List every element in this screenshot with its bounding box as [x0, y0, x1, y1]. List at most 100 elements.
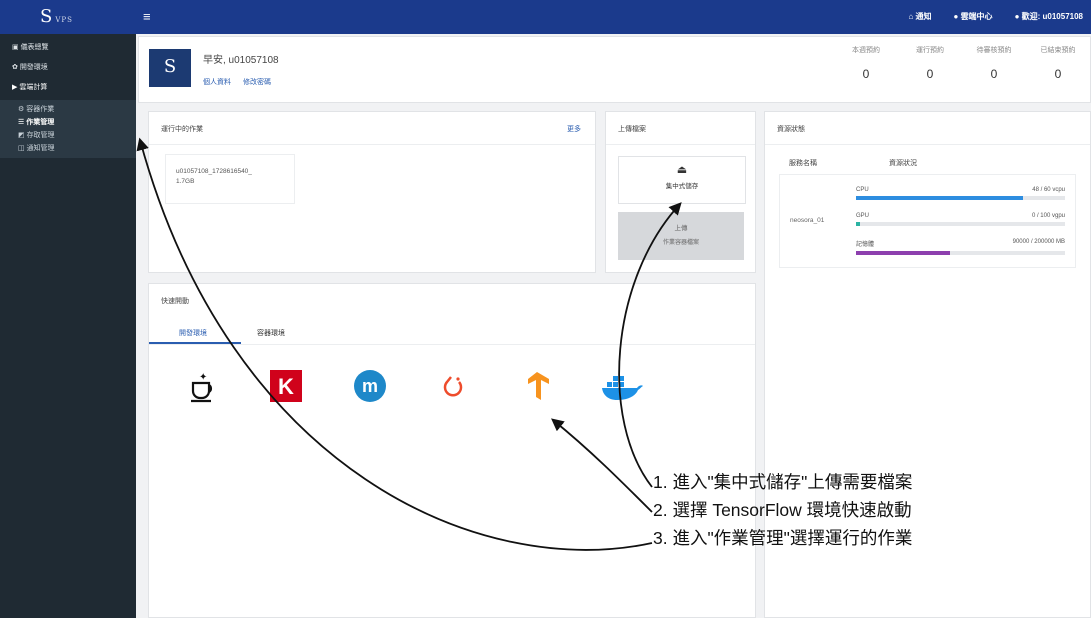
sidebar-subitem-notifications[interactable]: ◫ 通知管理 [0, 142, 136, 155]
svg-text:m: m [362, 376, 378, 396]
meter-value: 48 / 60 vcpu [1032, 187, 1065, 193]
job-item[interactable]: u01057108_1728616540_ 1.7GB [165, 154, 295, 204]
env-docker[interactable] [581, 358, 663, 414]
stat-value: 0 [862, 67, 870, 81]
app-logo[interactable]: S VPS [40, 6, 73, 27]
annotation-step-2: 2. 選擇 TensorFlow 環境快速啟動 [653, 500, 912, 520]
upload-button[interactable]: 上傳 作業容器檔案 [618, 212, 744, 260]
environment-list: ✦ K m [161, 358, 663, 414]
resource-row: neosora_01 CPU 48 / 60 vcpu GPU 0 / 100 vg… [779, 174, 1076, 268]
meter-label: GPU [856, 213, 870, 219]
sidebar-subitem-label: 存取管理 [26, 132, 55, 139]
top-bar: S VPS ≡ ⌂ 通知 ● 雲端中心 ● 歡迎: u01057108 [0, 0, 1091, 34]
sidebar-item-label: 雲端計算 [19, 84, 48, 91]
annotation-step-1: 1. 進入"集中式儲存"上傳需要檔案 [653, 472, 913, 492]
gpu-meter: GPU 0 / 100 vgpu [856, 213, 1065, 226]
card-title: 運行中的作業 [161, 126, 203, 133]
sidebar-subitem-job-management[interactable]: ☰ 作業管理 [0, 116, 136, 129]
sidebar-item-dashboard[interactable]: ▣ 儀表總覽 [0, 38, 136, 58]
env-keras[interactable]: K [245, 358, 327, 414]
change-password-link[interactable]: 修改密碼 [243, 77, 271, 87]
sidebar-subitem-container-jobs[interactable]: ⚙ 容器作業 [0, 103, 136, 116]
pytorch-icon [443, 376, 463, 397]
active-tab-indicator [149, 342, 241, 344]
logo-text: S [40, 6, 54, 27]
sidebar-item-label: 開發環境 [19, 64, 48, 71]
tab-container-env[interactable]: 容器環境 [257, 328, 285, 338]
env-pytorch[interactable] [413, 358, 495, 414]
meter-value: 0 / 100 vgpu [1031, 213, 1065, 219]
svg-text:✦: ✦ [199, 372, 207, 383]
hamburger-icon[interactable]: ≡ [143, 9, 151, 24]
user-menu-label: 歡迎: u01057108 [1021, 12, 1083, 21]
divider [606, 144, 755, 145]
logo-sub: VPS [55, 16, 73, 24]
running-jobs-card: 運行中的作業 更多 u01057108_1728616540_ 1.7GB [148, 111, 596, 273]
service-name: neosora_01 [790, 217, 825, 224]
cloud-center-label: 雲端中心 [960, 12, 993, 21]
stat-label: 待審核預約 [976, 47, 1012, 54]
stat-pending: 待審核預約 0 [962, 45, 1026, 81]
docker-icon [602, 376, 643, 400]
sidebar-item-dev-env[interactable]: ✿ 開發環境 [0, 58, 136, 78]
env-mxnet[interactable]: m [329, 358, 411, 414]
quick-launch-tabs: 開發環境 容器環境 [149, 320, 755, 345]
keras-icon: K [270, 370, 302, 402]
sidebar-subitem-label: 作業管理 [26, 119, 55, 126]
stat-finished: 已結束預約 0 [1026, 45, 1090, 81]
storage-icon: ⏏ [676, 164, 688, 176]
meter-value: 90000 / 200000 MB [1012, 239, 1065, 245]
user-summary-card: S 早安, u01057108 個人資料 修改密碼 本週預約 0 運行預約 0 待審… [138, 36, 1091, 103]
svg-text:K: K [278, 374, 294, 399]
notification-link[interactable]: ⌂ 通知 [908, 11, 931, 22]
env-tensorflow[interactable] [497, 358, 579, 414]
notification-label: 通知 [915, 12, 932, 21]
sidebar-submenu: ⚙ 容器作業 ☰ 作業管理 ◩ 存取管理 ◫ 通知管理 [0, 100, 136, 158]
cpu-meter: CPU 48 / 60 vcpu [856, 187, 1065, 200]
tab-dev-env[interactable]: 開發環境 [179, 328, 207, 338]
sidebar-item-cloud-compute[interactable]: ▶ 雲端計算 [0, 78, 136, 98]
meter-label: CPU [856, 187, 869, 193]
card-title: 快速開動 [161, 298, 189, 305]
meter-fill [856, 196, 1024, 200]
user-menu[interactable]: ● 歡迎: u01057108 [1015, 11, 1083, 22]
column-header-usage: 資源狀況 [889, 160, 917, 167]
annotation-notes: 1. 進入"集中式儲存"上傳需要檔案 2. 選擇 TensorFlow 環境快速… [653, 468, 912, 552]
upload-card: 上傳檔案 ⏏ 集中式儲存 上傳 作業容器檔案 [605, 111, 756, 273]
env-jupyter[interactable]: ✦ [161, 358, 243, 414]
central-storage-label: 集中式儲存 [665, 183, 699, 190]
divider [765, 144, 1090, 145]
coffee-cup-icon: ✦ [191, 372, 213, 403]
view-more-link[interactable]: 更多 [567, 124, 581, 134]
meter-label: 記憶體 [856, 242, 875, 248]
tensorflow-icon [528, 372, 549, 400]
top-nav: ⌂ 通知 ● 雲端中心 ● 歡迎: u01057108 [908, 11, 1083, 22]
card-title: 上傳檔案 [618, 126, 646, 133]
avatar: S [149, 49, 191, 87]
sidebar: ▣ 儀表總覽 ✿ 開發環境 ▶ 雲端計算 ⚙ 容器作業 ☰ 作業管理 ◩ 存取管… [0, 34, 136, 618]
central-storage-button[interactable]: ⏏ 集中式儲存 [618, 156, 746, 204]
job-status: 1.7GB [176, 178, 195, 185]
sidebar-item-label: 儀表總覽 [20, 44, 49, 51]
card-title: 資源狀態 [777, 126, 805, 133]
meter-fill [856, 251, 951, 255]
stat-value: 0 [990, 67, 998, 81]
stat-running: 運行預約 0 [898, 45, 962, 81]
annotation-step-3: 3. 進入"作業管理"選擇運行的作業 [653, 528, 913, 548]
user-links: 個人資料 修改密碼 [203, 77, 271, 87]
sidebar-subitem-access[interactable]: ◩ 存取管理 [0, 129, 136, 142]
divider [149, 144, 595, 145]
memory-meter: 記憶體 90000 / 200000 MB [856, 239, 1065, 255]
stat-value: 0 [1054, 67, 1062, 81]
profile-link[interactable]: 個人資料 [203, 77, 231, 87]
job-name: u01057108_1728616540_ [176, 168, 252, 175]
stat-value: 0 [926, 67, 934, 81]
greeting: 早安, u01057108 [203, 55, 279, 66]
upload-sublabel: 作業容器檔案 [662, 240, 699, 246]
column-header-name: 服務名稱 [789, 160, 817, 167]
stat-label: 本週預約 [852, 47, 880, 54]
sidebar-subitem-label: 通知管理 [26, 145, 55, 152]
cloud-center-link[interactable]: ● 雲端中心 [954, 11, 993, 22]
reservation-stats: 本週預約 0 運行預約 0 待審核預約 0 已結束預約 0 [834, 45, 1090, 81]
stat-label: 運行預約 [916, 47, 944, 54]
